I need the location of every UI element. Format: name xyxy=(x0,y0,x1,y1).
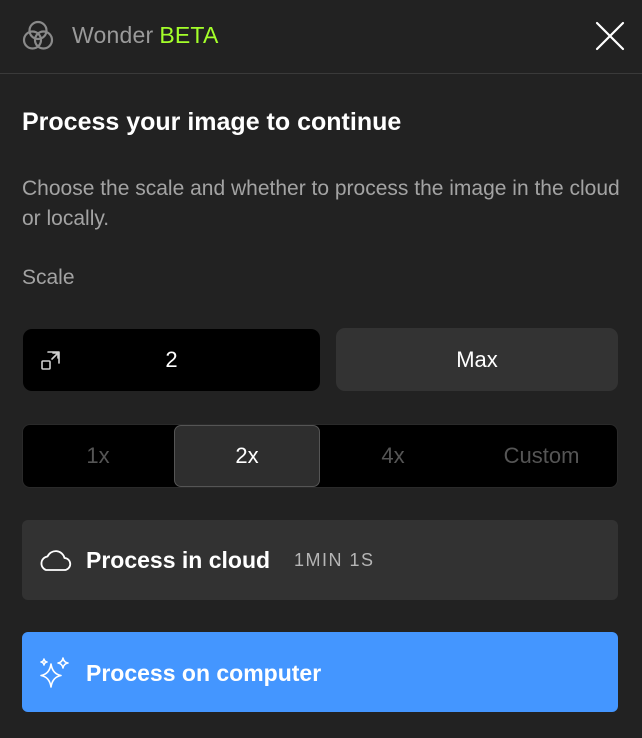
cloud-eta: 1MIN 1S xyxy=(294,550,375,570)
dialog-description: Choose the scale and whether to process … xyxy=(22,177,620,230)
scale-option-2x[interactable]: 2x xyxy=(174,425,320,487)
close-icon xyxy=(595,21,625,51)
scale-input[interactable]: 2 xyxy=(23,329,320,391)
dialog-title: Process your image to continue xyxy=(22,108,402,136)
app-name: Wonder xyxy=(72,22,154,48)
scale-option-4x[interactable]: 4x xyxy=(320,425,466,487)
scale-label: Scale xyxy=(22,266,75,289)
close-button[interactable] xyxy=(590,16,630,56)
process-in-cloud-button[interactable]: Process in cloud 1MIN 1S xyxy=(22,520,618,600)
process-in-cloud-label: Process in cloud xyxy=(86,547,271,573)
max-button[interactable]: Max xyxy=(336,328,618,391)
sparkle-icon xyxy=(40,657,69,688)
scale-value: 2 xyxy=(165,347,178,372)
beta-badge: BETA xyxy=(159,22,219,48)
process-on-computer-label: Process on computer xyxy=(86,660,322,686)
dialog-header: Wonder BETA xyxy=(0,0,642,74)
overlapping-circles-icon xyxy=(22,20,54,50)
app-title: Wonder BETA xyxy=(72,22,219,49)
scale-option-custom[interactable]: Custom xyxy=(466,425,617,487)
process-on-computer-button[interactable]: Process on computer xyxy=(22,632,618,712)
scale-options: 1x 2x 4x Custom xyxy=(22,424,618,488)
cloud-icon xyxy=(40,550,72,571)
scale-option-1x[interactable]: 1x xyxy=(23,425,173,487)
